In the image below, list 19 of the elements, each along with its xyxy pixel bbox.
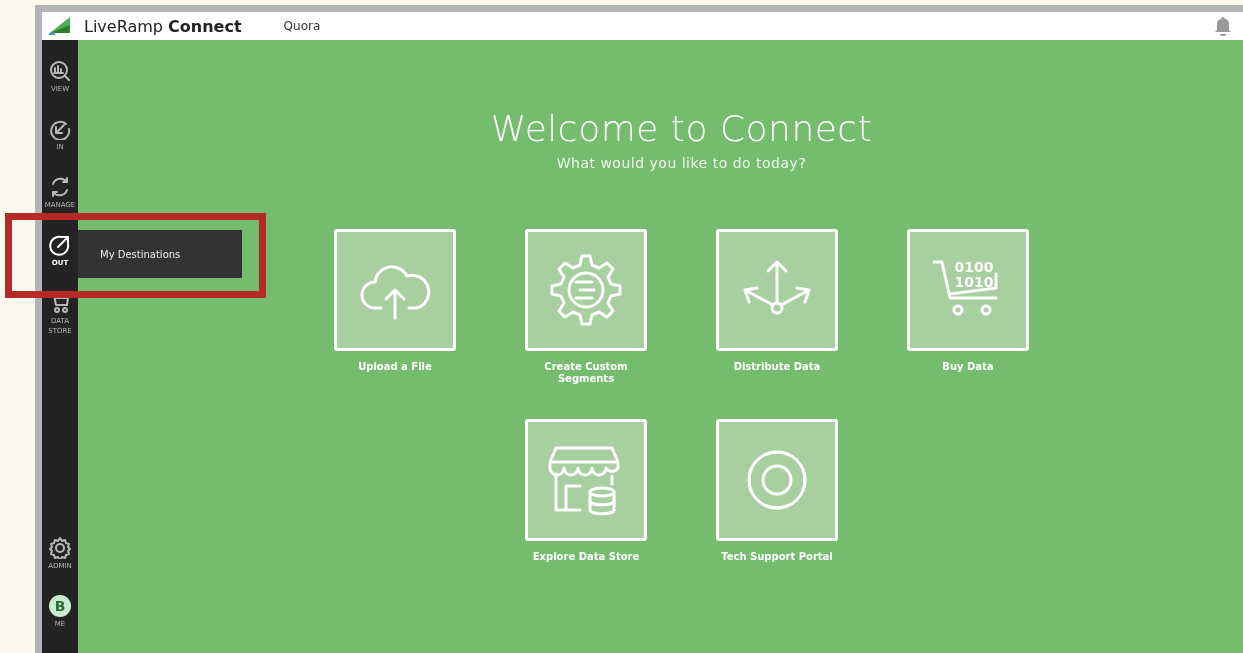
welcome-title: Welcome to Connect: [490, 108, 873, 149]
tile-button[interactable]: [525, 419, 647, 541]
menu-item[interactable]: My Destinations: [100, 248, 181, 260]
refresh-icon: [49, 176, 71, 198]
tile-button[interactable]: [525, 229, 647, 351]
binary-text: 0100: [954, 259, 994, 275]
avatar-icon: B: [49, 595, 71, 617]
chart-magnifier-icon: [49, 60, 71, 82]
settings-icon: [49, 537, 71, 559]
binary-text: 1010: [954, 274, 994, 290]
welcome-subtitle: What would you like to do today?: [556, 155, 807, 171]
tile-button[interactable]: [716, 229, 838, 351]
cart-icon: [932, 260, 998, 316]
logo-icon: [46, 15, 72, 37]
bell-icon[interactable]: [1215, 16, 1231, 36]
app-logo-text: LiveRamp Connect: [84, 16, 242, 36]
account-name: Quora: [283, 19, 322, 33]
tile-button[interactable]: [334, 229, 456, 351]
tile-button[interactable]: [716, 419, 838, 541]
